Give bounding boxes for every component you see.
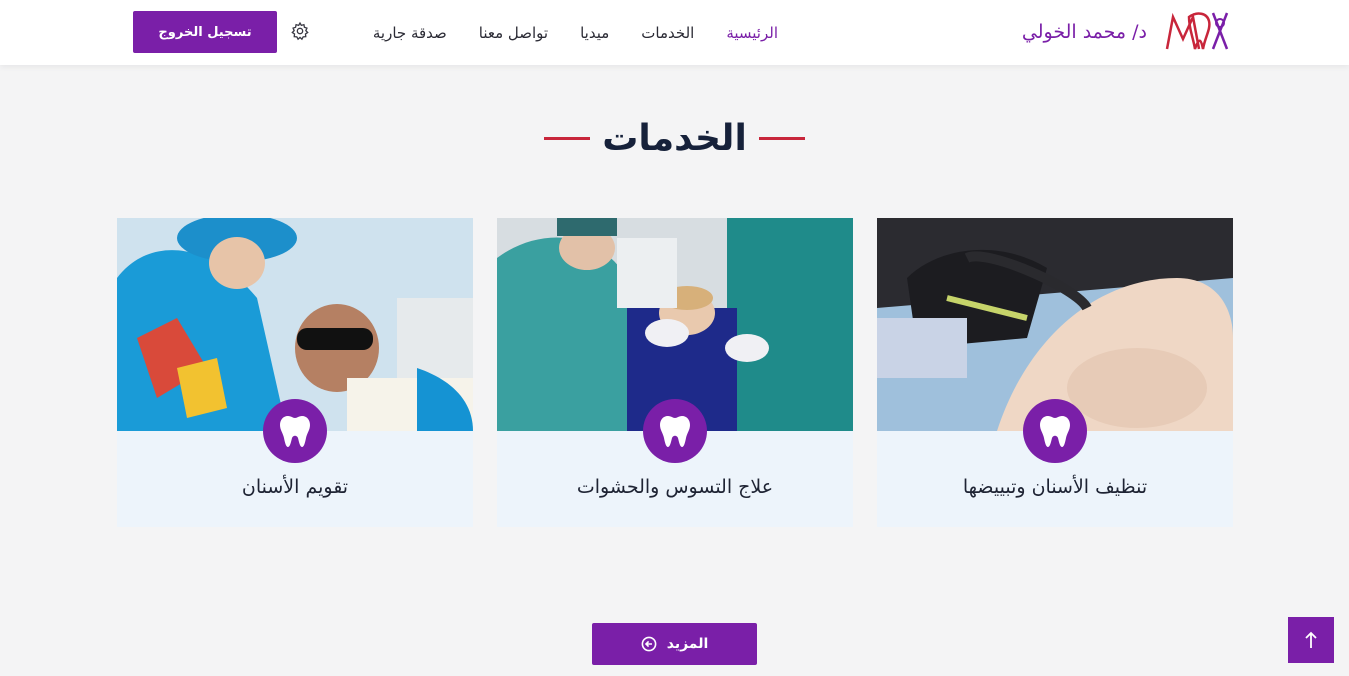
arrow-left-circle-icon [641,636,657,652]
tooth-logo-icon [1165,12,1229,50]
service-title: تنظيف الأسنان وتبييضها [962,476,1148,498]
service-title: تقويم الأسنان [241,476,349,498]
title-decor-line-left [544,136,591,140]
brand[interactable]: د/ محمد الخولي [1022,8,1231,56]
service-title: علاج التسوس والحشوات [576,476,774,498]
gear-icon[interactable] [290,21,310,41]
nav-contact[interactable]: تواصل معنا [479,24,548,42]
title-decor-line-right [758,136,805,140]
nav-media[interactable]: ميديا [580,24,609,42]
more-button[interactable]: المزيد [592,623,757,665]
tooth-icon [1040,416,1070,447]
section-title-wrap: الخدمات [0,112,1349,164]
logout-button[interactable]: تسجيل الخروج [133,11,277,53]
service-card-cleaning[interactable]: تنظيف الأسنان وتبييضها [877,218,1233,527]
tooth-badge [263,399,327,463]
service-card-orthodontics[interactable]: تقويم الأسنان [117,218,473,527]
nav-charity[interactable]: صدقة جارية [373,24,447,42]
service-card-fillings[interactable]: علاج التسوس والحشوات [497,218,853,527]
scroll-top-button[interactable] [1288,617,1334,663]
arrow-up-icon [1305,631,1317,648]
nav-home[interactable]: الرئيسية [726,24,778,42]
tooth-badge [1023,399,1087,463]
navbar: د/ محمد الخولي الرئيسية الخدمات ميديا تو… [0,0,1349,65]
section-title: الخدمات [602,117,747,159]
tooth-icon [280,416,310,447]
main-nav: الرئيسية الخدمات ميديا تواصل معنا صدقة ج… [373,0,778,65]
nav-services[interactable]: الخدمات [641,24,694,42]
tooth-badge [643,399,707,463]
tooth-icon [660,416,690,447]
brand-name: د/ محمد الخولي [1021,21,1147,43]
more-button-label: المزيد [666,636,709,652]
